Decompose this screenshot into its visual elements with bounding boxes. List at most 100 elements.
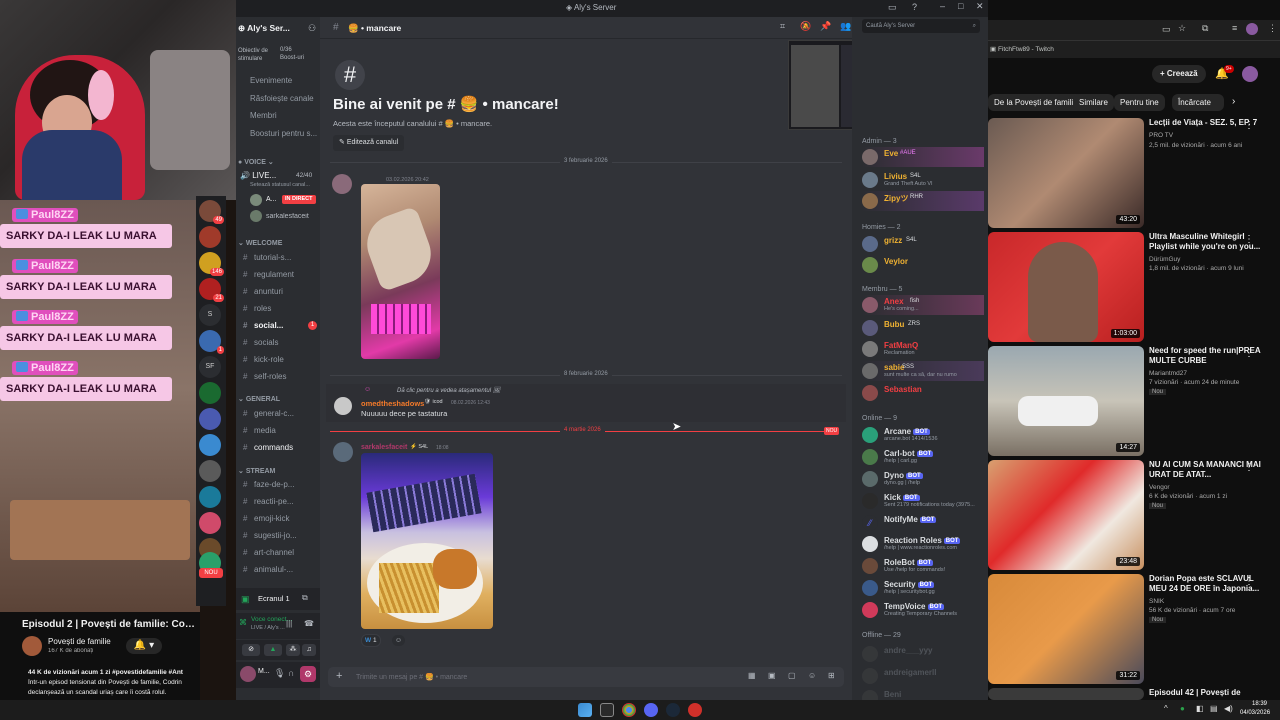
add-reaction-icon[interactable]: ☺ [392,635,405,646]
chip[interactable]: Pentru tine [1114,94,1165,111]
gif-icon[interactable]: ▣ [768,671,776,680]
bot-item[interactable]: Kick BOT Sent 2179 notifications today (39… [862,491,984,511]
volume-icon[interactable]: ◀) [1224,704,1233,713]
server-icon[interactable]: 146 [199,252,224,276]
server-icon[interactable] [199,512,221,534]
chip[interactable]: Încărcate rece [1172,94,1224,111]
add-friend-icon[interactable]: ⚇ [308,23,316,34]
server-icon[interactable] [199,226,221,248]
bot-item[interactable]: TempVoice BOT Creating Temporary Channels [862,600,984,620]
video-thumbnail[interactable]: 31:22 [988,574,1144,684]
video-thumbnail[interactable]: 1:03:00 [988,232,1144,342]
help-icon[interactable]: ? [912,2,917,12]
video-thumbnail[interactable]: 14:27 [988,346,1144,456]
channel-sugestii[interactable]: # sugestii-jo... [240,528,318,543]
channel-regulament[interactable]: # regulament [240,267,318,282]
maximize-button[interactable]: □ [958,1,963,11]
avatar[interactable] [332,174,352,194]
channel-kick-role[interactable]: # kick-role [240,352,318,367]
username[interactable]: M... [258,668,270,675]
member-item[interactable]: Zipyツ RHR [862,191,984,211]
video-channel[interactable]: DürümGuy [1149,256,1180,263]
popout-icon[interactable]: ⧉ [302,593,308,603]
bot-item[interactable]: Dyno BOT dyno.gg | /help [862,469,984,489]
more-icon[interactable]: ⋮ [1244,462,1254,473]
youtube-video-title[interactable]: Episodul 2 | Povești de familie: Codrin [22,619,196,630]
image-attachment[interactable] [361,184,440,359]
video-thumbnail[interactable]: 43:20 [988,118,1144,228]
server-name[interactable]: ⊕ Aly's Ser... [238,23,298,34]
video-item[interactable]: 14:27 Need for speed the run|PREA MULTE … [988,346,1280,458]
server-icon[interactable]: S [199,304,221,326]
channel-self-roles[interactable]: # self-roles [240,369,318,384]
microphone-icon[interactable]: 🎙 [274,668,285,679]
star-icon[interactable]: ☆ [1178,23,1186,34]
video-thumbnail[interactable]: 23:48 [988,460,1144,570]
chip[interactable]: De la Povești de familie [988,94,1084,111]
server-icon[interactable] [199,382,221,404]
bot-item[interactable]: Security BOT/help | securitybot.gg [862,578,984,598]
menu-browse-channels[interactable]: Răsfoiește canale [250,94,318,103]
search-input[interactable]: Caută Aly's Server ⌕ [862,19,980,33]
channel-anunturi[interactable]: # anunturi [240,284,318,299]
server-icon[interactable] [199,434,221,456]
tray-icon[interactable]: ◧ [1196,704,1204,713]
signal-icon[interactable]: ⌘ [239,618,247,627]
server-icon[interactable] [199,460,221,482]
channel-socials[interactable]: # socials [240,335,318,350]
video-channel[interactable]: SNIK [1149,598,1164,605]
more-icon[interactable]: ⋮ [1268,23,1277,34]
member-item[interactable]: grizz S4L [862,234,984,254]
menu-events[interactable]: Evenimente [250,76,292,85]
clock-time[interactable]: 18:39 [1252,701,1267,707]
more-icon[interactable]: ⋮ [1244,348,1254,359]
chevron-right-icon[interactable]: › [1232,96,1235,107]
channel-general[interactable]: # general-c... [240,406,318,421]
profile-avatar[interactable] [1246,23,1258,35]
voice-status[interactable]: Setează statusul canal... [250,182,318,188]
video-item[interactable]: 43:20 Lecții de Viața - SEZ. 5, EP. 7 PR… [988,118,1280,230]
youtube-channel-name[interactable]: Povești de familie [48,637,128,646]
edit-channel-button[interactable]: ✎ Editează canalul [333,135,405,151]
activities-icon[interactable]: ⁂ [286,644,300,656]
video-item[interactable]: 1:03:00 Ultra Masculine Whitegirl Playli… [988,232,1280,344]
channel-animalul[interactable]: # animalul-... [240,562,318,577]
bell-icon[interactable]: 🔔 ▾ [126,638,162,654]
channel-faze[interactable]: # faze-de-p... [240,477,318,492]
message-author[interactable]: omedtheshadows [361,399,424,408]
member-item[interactable]: Anex fish He's coming... [862,295,984,315]
avatar[interactable] [333,442,353,462]
soundboard-icon[interactable]: ♫ [302,644,316,656]
sticker-icon[interactable]: ▢ [788,671,796,680]
member-item[interactable]: Livius S4L Grand Theft Auto VI [862,170,984,190]
create-button[interactable]: + Creează [1152,65,1206,83]
category-general[interactable]: ⌄ GENERAL [238,395,280,403]
avatar[interactable] [334,397,352,415]
menu-boosts[interactable]: Boosturi pentru s... [250,129,318,138]
camera-off-icon[interactable]: ⊘ [242,644,260,656]
video-thumbnail[interactable] [988,688,1144,700]
voice-user[interactable]: A... [266,196,277,203]
apps-icon[interactable]: ⊞ [828,671,835,680]
more-icon[interactable]: ⋮ [1244,576,1254,587]
clock-date[interactable]: 04/03/2026 [1240,710,1270,716]
start-icon[interactable] [578,703,592,717]
category-welcome[interactable]: ⌄ WELCOME [238,239,282,247]
headphones-icon[interactable]: ∩ [288,668,294,678]
tray-chevron-icon[interactable]: ^ [1164,704,1168,713]
server-icon[interactable]: 1 [199,330,224,354]
pin-icon[interactable]: 📌 [820,21,831,32]
member-item[interactable]: sabie SSS sunt multe ca să, dar nu rumo [862,361,984,381]
channel-roles[interactable]: # roles [240,301,318,316]
channel-tutorial[interactable]: # tutorial-s... [240,250,318,265]
reply-hint[interactable]: Dă clic pentru a vedea atașamentul 🖼 [397,387,500,394]
bot-item[interactable]: Carl-bot BOT/help | carl.gg [862,447,984,467]
avatar[interactable] [250,194,262,206]
video-channel[interactable]: Vengor [1149,484,1170,491]
close-button[interactable]: ✕ [976,1,984,12]
bot-item[interactable]: ⁄⁄ NotifyMe BOT [862,513,984,533]
members-icon[interactable]: 👥 [840,21,851,32]
threads-icon[interactable]: ⌗ [780,21,785,32]
channel-art[interactable]: # art-channel [240,545,318,560]
member-item[interactable]: Veylor [862,255,984,275]
